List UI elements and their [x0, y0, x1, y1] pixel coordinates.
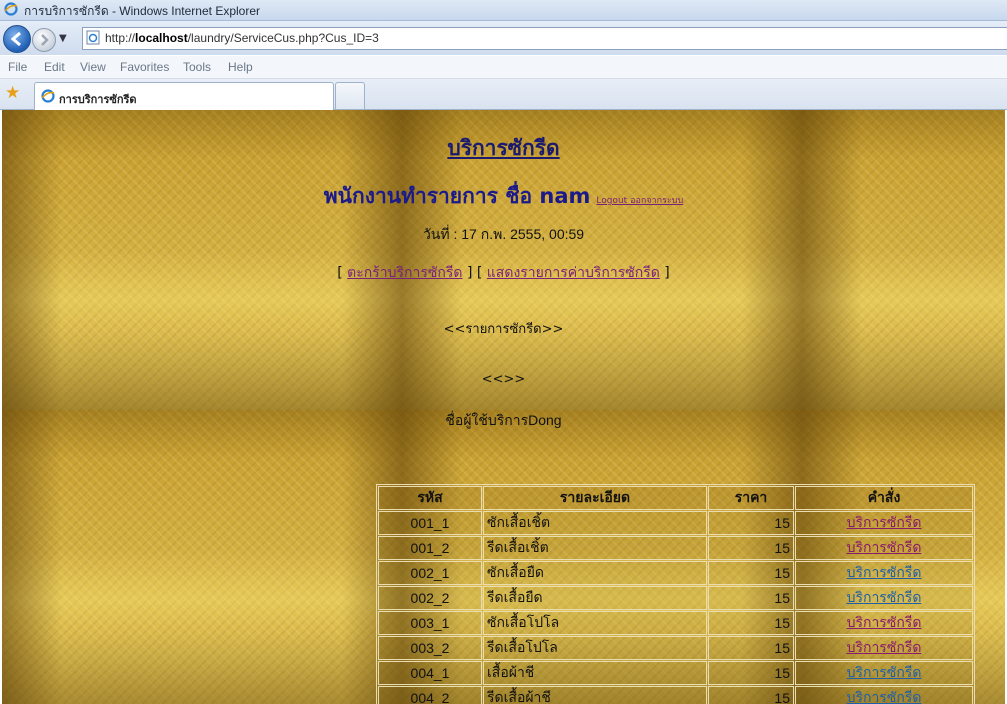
nav-links: [ ตะกร้าบริการซักรีด ] [ แสดงรายการค่าบร…: [337, 265, 670, 281]
row-code: 001_2: [378, 536, 482, 560]
menu-view[interactable]: View: [80, 60, 106, 74]
url-text: http://localhost/laundry/ServiceCus.php?…: [105, 31, 379, 45]
back-arrow-icon: [10, 31, 21, 47]
history-dropdown-icon[interactable]: ▼: [59, 33, 67, 44]
favorites-star-icon[interactable]: ★: [5, 84, 20, 102]
row-code: 003_1: [378, 611, 482, 635]
service-link[interactable]: บริการซักรีด: [847, 515, 922, 531]
row-detail: รีดเสื้อโปโล: [483, 636, 707, 660]
menu-bar: File Edit View Favorites Tools Help: [0, 56, 1007, 79]
row-command: บริการซักรีด: [795, 636, 973, 660]
tab-label: การบริการซักรีด: [59, 93, 137, 106]
table-row: 001_1 ซักเสื้อเชิ้ต 15 บริการซักรีด: [378, 511, 973, 535]
header-detail: รายละเอียด: [483, 486, 707, 510]
header-price: ราคา: [708, 486, 794, 510]
table-header-row: รหัส รายละเอียด ราคา คำสั่ง: [378, 486, 973, 510]
row-detail: ซักเสื้อโปโล: [483, 611, 707, 635]
row-code: 001_1: [378, 511, 482, 535]
row-command: บริการซักรีด: [795, 536, 973, 560]
row-code: 002_1: [378, 561, 482, 585]
menu-favorites[interactable]: Favorites: [120, 60, 169, 74]
tab-bar: ★ การบริการซักรีด: [0, 79, 1007, 110]
row-command: บริการซักรีด: [795, 586, 973, 610]
menu-file[interactable]: File: [8, 60, 27, 74]
service-link[interactable]: บริการซักรีด: [847, 615, 922, 631]
table-row: 001_2 รีดเสื้อเชิ้ต 15 บริการซักรีด: [378, 536, 973, 560]
row-price: 15: [708, 611, 794, 635]
row-command: บริการซักรีด: [795, 686, 973, 704]
table-row: 004_2 รีดเสื้อผ้าชี 15 บริการซักรีด: [378, 686, 973, 704]
service-link[interactable]: บริการซักรีด: [847, 690, 922, 704]
row-command: บริการซักรีด: [795, 561, 973, 585]
row-price: 15: [708, 636, 794, 660]
row-detail: รีดเสื้อยืด: [483, 586, 707, 610]
service-link[interactable]: บริการซักรีด: [847, 540, 922, 556]
row-detail: รีดเสื้อผ้าชี: [483, 686, 707, 704]
basket-link[interactable]: ตะกร้าบริการซักรีด: [347, 265, 462, 281]
row-detail: ซักเสื้อเชิ้ต: [483, 511, 707, 535]
customer-name: ชื่อผู้ใช้บริการDong: [445, 412, 562, 428]
row-detail: รีดเสื้อเชิ้ต: [483, 536, 707, 560]
list-header: <<รายการซักรีด>>: [443, 322, 564, 337]
tab-ie-icon: [41, 89, 55, 103]
table-row: 003_1 ซักเสื้อโปโล 15 บริการซักรีด: [378, 611, 973, 635]
forward-button[interactable]: [32, 28, 56, 52]
row-code: 004_2: [378, 686, 482, 704]
table-row: 004_1 เสื้อผ้าชี 15 บริการซักรีด: [378, 661, 973, 685]
row-command: บริการซักรีด: [795, 611, 973, 635]
empty-marker: <<>>: [481, 372, 526, 387]
row-price: 15: [708, 661, 794, 685]
date-text: วันที่ : 17 ก.พ. 2555, 00:59: [422, 226, 585, 242]
page-title: บริการซักรีด: [447, 136, 560, 160]
logout-link[interactable]: Logout ออกจากระบบ: [596, 196, 683, 206]
menu-help[interactable]: Help: [228, 60, 253, 74]
service-table: รหัส รายละเอียด ราคา คำสั่ง 001_1 ซักเสื้…: [376, 484, 975, 704]
staff-label: พนักงานทำรายการ ชื่อ nam: [323, 184, 591, 208]
tab-current[interactable]: การบริการซักรีด: [34, 82, 334, 110]
staff-line: พนักงานทำรายการ ชื่อ nam Logout ออกจากระบ…: [2, 180, 1005, 213]
service-link[interactable]: บริการซักรีด: [847, 665, 922, 681]
row-command: บริการซักรีด: [795, 511, 973, 535]
row-price: 15: [708, 536, 794, 560]
window-title-bar: การบริการซักรีด - Windows Internet Explo…: [0, 0, 1007, 21]
header-code: รหัส: [378, 486, 482, 510]
table-row: 002_2 รีดเสื้อยืด 15 บริการซักรีด: [378, 586, 973, 610]
forward-arrow-icon: [41, 34, 49, 46]
address-field[interactable]: http://localhost/laundry/ServiceCus.php?…: [82, 27, 1007, 50]
row-price: 15: [708, 686, 794, 704]
row-price: 15: [708, 586, 794, 610]
service-link[interactable]: บริการซักรีด: [847, 565, 922, 581]
header-command: คำสั่ง: [795, 486, 973, 510]
internet-explorer-icon: [4, 2, 18, 16]
row-code: 002_2: [378, 586, 482, 610]
row-detail: เสื้อผ้าชี: [483, 661, 707, 685]
page-icon: [86, 30, 100, 45]
row-command: บริการซักรีด: [795, 661, 973, 685]
table-row: 002_1 ซักเสื้อยืด 15 บริการซักรีด: [378, 561, 973, 585]
row-price: 15: [708, 561, 794, 585]
table-row: 003_2 รีดเสื้อโปโล 15 บริการซักรีด: [378, 636, 973, 660]
service-link[interactable]: บริการซักรีด: [847, 640, 922, 656]
menu-edit[interactable]: Edit: [44, 60, 65, 74]
row-code: 003_2: [378, 636, 482, 660]
service-link[interactable]: บริการซักรีด: [847, 590, 922, 606]
row-code: 004_1: [378, 661, 482, 685]
back-button[interactable]: [3, 25, 31, 53]
new-tab-button[interactable]: [335, 82, 365, 109]
row-price: 15: [708, 511, 794, 535]
address-bar-row: ▼ http://localhost/laundry/ServiceCus.ph…: [0, 21, 1007, 55]
price-list-link[interactable]: แสดงรายการค่าบริการซักรีด: [487, 265, 660, 281]
menu-tools[interactable]: Tools: [183, 60, 211, 74]
page-content: บริการซักรีด พนักงานทำรายการ ชื่อ nam Log…: [2, 110, 1005, 704]
window-title: การบริการซักรีด - Windows Internet Explo…: [24, 4, 260, 18]
row-detail: ซักเสื้อยืด: [483, 561, 707, 585]
